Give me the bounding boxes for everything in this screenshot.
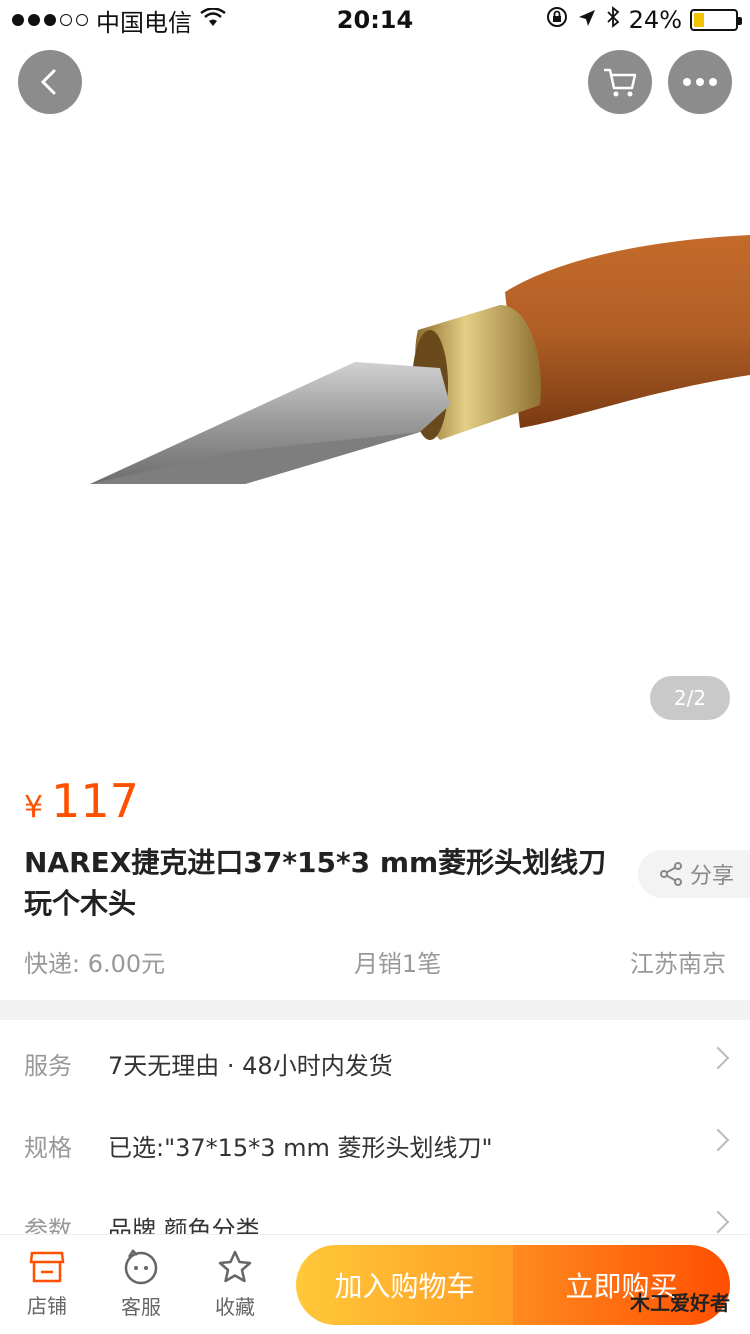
tab-label: 店铺: [27, 1294, 67, 1318]
tab-store[interactable]: 店铺: [0, 1250, 94, 1319]
image-pager: 2/2: [650, 676, 730, 720]
rotation-lock-icon: [545, 5, 569, 35]
share-icon: [660, 862, 682, 886]
price-value: 117: [51, 774, 139, 828]
row-label: 服务: [24, 1051, 72, 1080]
signal-icon: [12, 14, 88, 26]
battery-percent: 24%: [628, 6, 682, 34]
chat-icon: [124, 1249, 158, 1285]
status-bar: 中国电信 20:14 24%: [0, 0, 750, 40]
row-value: 已选:"37*15*3 mm 菱形头划线刀": [108, 1133, 493, 1162]
tab-favorite[interactable]: 收藏: [188, 1249, 282, 1320]
product-image-area[interactable]: 2/2: [0, 0, 750, 740]
star-icon: [218, 1250, 252, 1283]
service-row[interactable]: 服务 7天无理由 · 48小时内发货: [0, 1022, 750, 1104]
price: ¥ 117: [24, 774, 139, 828]
more-button[interactable]: [668, 50, 732, 114]
watermark: 木工爱好者: [630, 1291, 730, 1315]
tab-label: 客服: [121, 1295, 161, 1319]
row-value: 7天无理由 · 48小时内发货: [108, 1051, 393, 1080]
shipping-fee: 快递: 6.00元: [24, 950, 166, 978]
product-photo: [90, 235, 750, 484]
store-icon: [29, 1251, 65, 1283]
more-icon: [683, 78, 717, 86]
chevron-left-icon: [40, 69, 56, 95]
carrier-label: 中国电信: [96, 8, 192, 37]
tab-label: 收藏: [215, 1295, 255, 1319]
cart-button[interactable]: [588, 50, 652, 114]
share-label: 分享: [690, 864, 735, 889]
add-to-cart-button[interactable]: 加入购物车: [296, 1244, 513, 1325]
chevron-right-icon: [706, 1046, 730, 1070]
currency-symbol: ¥: [24, 790, 44, 825]
back-button[interactable]: [18, 50, 82, 114]
bluetooth-icon: [605, 5, 621, 35]
tab-customer-service[interactable]: 客服: [94, 1249, 188, 1320]
location-icon: [577, 6, 597, 34]
bottom-action-bar: 店铺 客服 收藏 加入购物车 立即购买: [0, 1234, 750, 1334]
product-meta: 快递: 6.00元 月销1笔 江苏南京: [24, 944, 726, 979]
wifi-icon: [200, 6, 226, 34]
cart-icon: [604, 68, 637, 97]
row-label: 规格: [24, 1133, 72, 1162]
section-divider: [0, 1000, 750, 1020]
product-title: NAREX捷克进口37*15*3 mm菱形头划线刀玩个木头: [24, 846, 607, 920]
monthly-sales: 月销1笔: [353, 950, 442, 978]
battery-icon: [690, 9, 742, 31]
ship-from-location: 江苏南京: [630, 950, 726, 978]
chevron-right-icon: [706, 1128, 730, 1152]
spec-row[interactable]: 规格 已选:"37*15*3 mm 菱形头划线刀": [0, 1104, 750, 1186]
share-button[interactable]: 分享: [638, 850, 750, 898]
chevron-right-icon: [706, 1210, 730, 1234]
